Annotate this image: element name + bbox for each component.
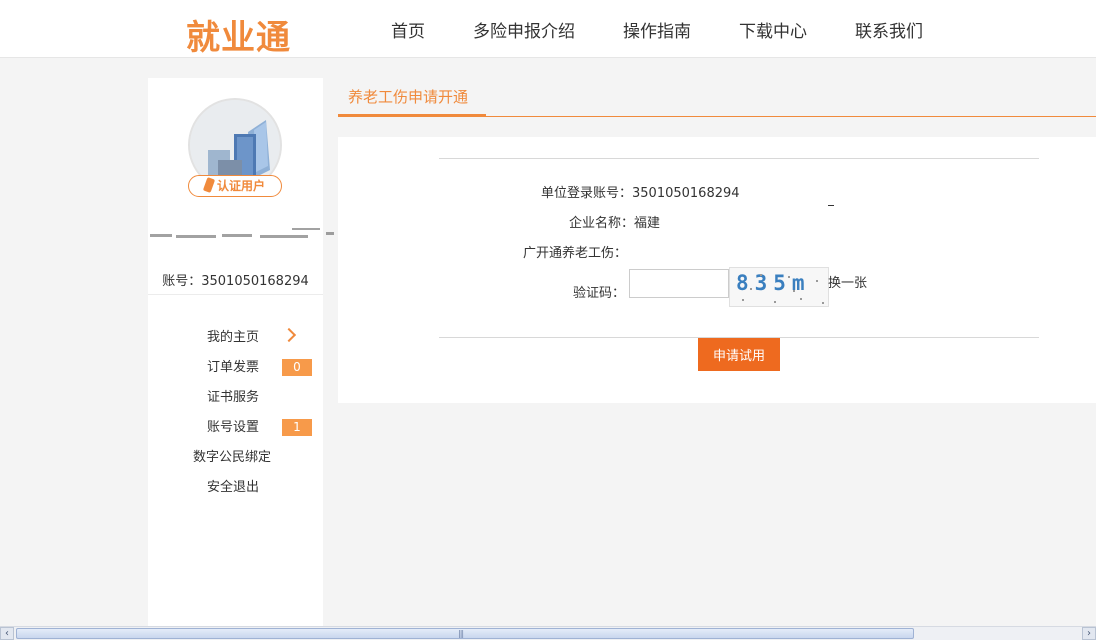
site-logo[interactable]: 就业通: [186, 10, 291, 59]
redacted-username: [150, 228, 334, 246]
open-pension-row: 广开通养老工伤：: [523, 242, 627, 261]
company-row: 企业名称：福建: [569, 212, 660, 231]
menu-digital-citizen-binding[interactable]: 数字公民绑定: [193, 446, 271, 465]
captcha-label: 验证码：: [573, 286, 626, 301]
order-count-badge: 0: [282, 359, 312, 376]
nav-guide[interactable]: 操作指南: [623, 17, 691, 42]
captcha-row: 验证码：: [573, 282, 625, 301]
usb-key-icon: [202, 177, 216, 193]
menu-certificate-service[interactable]: 证书服务: [207, 386, 259, 405]
user-sidebar: 认证用户 账号：3501050168294 我的主页 订单发票 0 证书服务 账…: [148, 78, 334, 626]
account-value: 3501050168294: [632, 186, 740, 201]
top-navbar: 就业通 首页 多险申报介绍 操作指南 下载中心 联系我们: [0, 0, 1096, 58]
company-value: 福建: [634, 216, 661, 231]
application-form-panel: 单位登录账号：3501050168294 企业名称：福建 广开通养老工伤： 验证…: [338, 137, 1096, 403]
captcha-text: 835m: [736, 271, 811, 295]
scrollbar-thumb[interactable]: [16, 628, 914, 639]
menu-logout[interactable]: 安全退出: [207, 476, 259, 495]
captcha-input[interactable]: [629, 269, 729, 298]
certified-user-badge: 认证用户: [188, 175, 282, 197]
form-top-divider: [439, 158, 1039, 159]
account-number: 账号：3501050168294: [162, 274, 309, 289]
scrollbar-grip-icon: |||: [458, 629, 464, 638]
open-pension-label: 广开通养老工伤：: [523, 246, 628, 261]
redaction-mark: [828, 205, 834, 206]
nav-download-center[interactable]: 下载中心: [739, 17, 807, 42]
settings-count-badge: 1: [282, 419, 312, 436]
nav-multi-insurance-intro[interactable]: 多险申报介绍: [473, 17, 575, 42]
refresh-captcha-link[interactable]: 换一张: [828, 272, 867, 291]
horizontal-scrollbar[interactable]: ‹ ||| ›: [0, 626, 1096, 640]
scroll-left-icon[interactable]: ‹: [0, 627, 14, 640]
sidebar-divider: [148, 294, 323, 295]
account-row: 单位登录账号：3501050168294: [541, 182, 740, 201]
menu-my-home[interactable]: 我的主页: [207, 326, 259, 345]
nav-home[interactable]: 首页: [391, 17, 425, 42]
nav-contact-us[interactable]: 联系我们: [855, 17, 923, 42]
company-label: 企业名称：: [569, 216, 635, 231]
tab-pension-injury-apply[interactable]: 养老工伤申请开通: [338, 78, 486, 117]
chevron-right-icon: [281, 327, 297, 343]
apply-trial-button[interactable]: 申请试用: [698, 338, 780, 371]
menu-account-settings[interactable]: 账号设置: [207, 416, 259, 435]
captcha-image[interactable]: 835m: [729, 267, 829, 307]
scroll-right-icon[interactable]: ›: [1082, 627, 1096, 640]
menu-order-invoice[interactable]: 订单发票: [207, 356, 259, 375]
content-tabbar: 养老工伤申请开通: [338, 78, 1096, 117]
account-label: 单位登录账号：: [541, 186, 633, 201]
